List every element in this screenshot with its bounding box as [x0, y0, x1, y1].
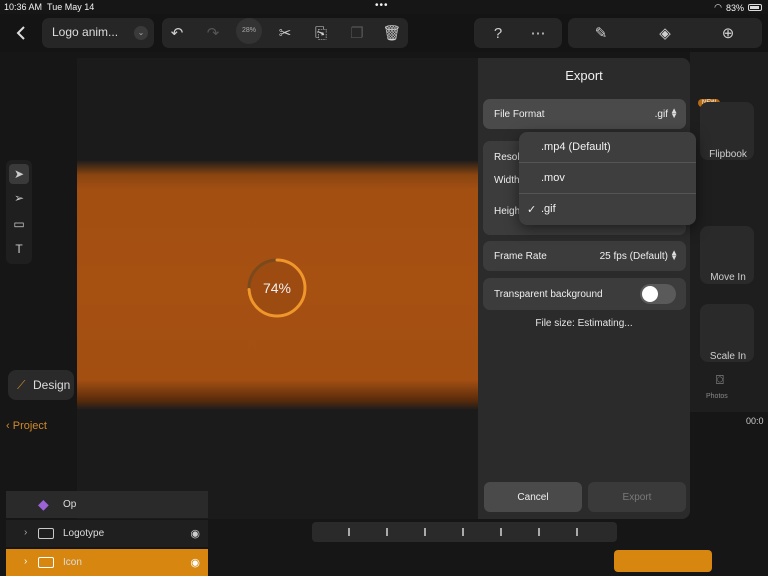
- battery-percent: 83%: [725, 2, 744, 13]
- dialog-title: Export: [565, 68, 603, 83]
- design-tab[interactable]: ⟋ Design: [8, 370, 74, 400]
- width-label: Width: [494, 175, 520, 186]
- document-title-pill[interactable]: Logo anim... ⌄: [42, 18, 154, 48]
- status-time: 10:36 AM Tue May 14: [4, 2, 95, 12]
- layer-row-selected[interactable]: › Icon ◉: [6, 549, 208, 576]
- layer-row[interactable]: ◆ Op: [6, 491, 208, 518]
- file-format-dropdown: .mp4 (Default) .mov ✓ .gif: [519, 132, 696, 225]
- design-tab-label: Design: [33, 378, 71, 392]
- timeline-tick: [576, 528, 578, 536]
- height-label: Heigh: [494, 206, 521, 217]
- add-icon[interactable]: ⊕: [713, 18, 743, 48]
- folder-icon: [38, 528, 54, 539]
- transparent-toggle[interactable]: [640, 284, 676, 304]
- timeline-tick: [348, 528, 350, 536]
- app-screen: 10:36 AM Tue May 14 ••• ◠ 83% Logo anim.…: [0, 0, 768, 576]
- direct-select-icon[interactable]: ➢: [9, 188, 29, 208]
- option-label: .mp4 (Default): [541, 141, 611, 153]
- chevron-updown-icon: ▲ ▼: [670, 106, 678, 120]
- flipbook-label: Flipbook: [709, 149, 747, 160]
- chevron-down-icon: ⌄: [134, 26, 148, 40]
- progress-label: 74%: [262, 280, 292, 296]
- diamond-icon: ◆: [38, 496, 49, 512]
- timeline-tick: [500, 528, 502, 536]
- file-format-label: File Format: [494, 109, 545, 120]
- move-in-label: Move In: [710, 272, 746, 283]
- file-format-row[interactable]: File Format .gif ▲ ▼: [483, 99, 686, 129]
- export-button[interactable]: Export: [588, 482, 686, 512]
- help-icon[interactable]: ?: [483, 18, 513, 48]
- timeline-clip[interactable]: [614, 550, 712, 572]
- duplicate-icon[interactable]: ❐: [342, 18, 372, 48]
- checkmark-icon: ✓: [527, 204, 537, 216]
- layer-name: Logotype: [63, 528, 105, 539]
- top-toolbar: Logo anim... ⌄ ↶ ↷ 28% ✂ ⎘ ❐ 🗑 ? ⋯ ✎ ◈ ⊕: [0, 14, 768, 52]
- project-link[interactable]: ‹ Project: [6, 420, 47, 432]
- wifi-icon: ◠: [714, 2, 722, 12]
- layer-name: Icon: [63, 557, 82, 568]
- photos-label: Photos: [706, 393, 728, 400]
- format-option-mov[interactable]: .mov: [519, 163, 696, 194]
- document-title: Logo anim...: [52, 25, 119, 39]
- timeline-time: 00:0: [746, 416, 764, 426]
- text-tool-icon[interactable]: T: [9, 239, 29, 259]
- design-icon: ⟋: [17, 378, 26, 392]
- option-label: .gif: [541, 203, 556, 215]
- chevron-right-icon[interactable]: ›: [24, 527, 27, 538]
- timeline-tick: [462, 528, 464, 536]
- file-format-value: .gif: [654, 109, 668, 120]
- animate-icon[interactable]: ◈: [650, 18, 680, 48]
- redo-icon[interactable]: ↷: [198, 18, 228, 48]
- transparent-row: Transparent background: [483, 278, 686, 310]
- chevron-right-icon[interactable]: ›: [24, 556, 27, 567]
- timeline-tick: [386, 528, 388, 536]
- paste-icon[interactable]: ⎘: [306, 18, 336, 48]
- folder-icon: [38, 557, 54, 568]
- chevron-updown-icon: ▲ ▼: [670, 248, 678, 262]
- frame-rate-label: Frame Rate: [494, 251, 547, 262]
- back-icon[interactable]: [6, 18, 36, 48]
- rectangle-icon[interactable]: ▭: [9, 214, 29, 234]
- eye-icon[interactable]: ◉: [190, 527, 200, 540]
- transparent-label: Transparent background: [494, 289, 603, 300]
- select-arrow-icon[interactable]: ➤: [9, 164, 29, 184]
- timeline-tick: [424, 528, 426, 536]
- layer-name: Op: [63, 499, 77, 510]
- battery-icon: [748, 4, 762, 11]
- format-option-mp4[interactable]: .mp4 (Default): [519, 132, 696, 163]
- camera-icon[interactable]: ⌼: [716, 372, 724, 388]
- status-bar: 10:36 AM Tue May 14 ••• ◠ 83%: [0, 0, 768, 14]
- multitask-dots[interactable]: •••: [375, 0, 389, 11]
- undo-icon[interactable]: ↶: [162, 18, 192, 48]
- cancel-button[interactable]: Cancel: [484, 482, 582, 512]
- file-size-text: File size: Estimating...: [535, 318, 633, 329]
- trash-icon[interactable]: 🗑: [377, 18, 407, 48]
- scale-in-label: Scale In: [709, 351, 747, 362]
- timeline-track[interactable]: [312, 522, 617, 542]
- scissors-icon[interactable]: ✂: [270, 18, 300, 48]
- option-label: .mov: [541, 172, 565, 184]
- zoom-indicator[interactable]: 28%: [236, 18, 262, 44]
- eye-icon[interactable]: ◉: [190, 556, 200, 569]
- resolution-label: Resol: [494, 152, 520, 163]
- timeline-tick: [538, 528, 540, 536]
- pin-icon[interactable]: ✎: [586, 18, 616, 48]
- tool-palette: ➤ ➢ ▭ T: [6, 160, 32, 264]
- more-icon[interactable]: ⋯: [523, 18, 553, 48]
- frame-rate-value: 25 fps (Default): [599, 251, 668, 262]
- layer-row[interactable]: › Logotype ◉: [6, 520, 208, 547]
- export-progress: 74%: [247, 258, 307, 318]
- format-option-gif[interactable]: ✓ .gif: [519, 194, 696, 225]
- status-right: ◠ 83%: [714, 2, 762, 13]
- frame-rate-row[interactable]: Frame Rate 25 fps (Default) ▲ ▼: [483, 241, 686, 271]
